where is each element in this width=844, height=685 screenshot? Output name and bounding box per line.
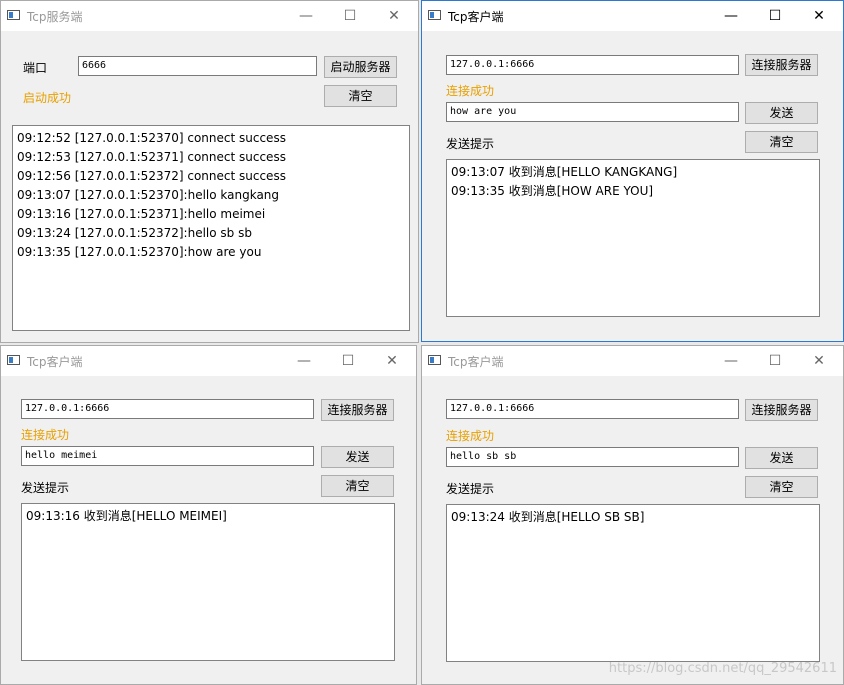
- log-line: 09:13:07 [127.0.0.1:52370]:hello kangkan…: [17, 188, 280, 202]
- window-title: Tcp客户端: [27, 355, 83, 369]
- log-line: 09:13:16 收到消息[HELLO MEIMEI]: [26, 509, 227, 523]
- close-icon[interactable]: ✕: [370, 348, 414, 374]
- log-line: 09:13:07 收到消息[HELLO KANGKANG]: [451, 165, 678, 179]
- connect-button[interactable]: 连接服务器: [321, 399, 394, 421]
- title-bar[interactable]: Tcp客户端 — ☐ ✕: [422, 346, 843, 376]
- log-line: 09:12:56 [127.0.0.1:52372] connect succe…: [17, 169, 286, 183]
- window-title: Tcp客户端: [448, 355, 504, 369]
- address-input[interactable]: 127.0.0.1:6666: [446, 55, 739, 75]
- log-line: 09:13:35 收到消息[HOW ARE YOU]: [451, 184, 654, 198]
- app-icon: [7, 10, 20, 20]
- title-bar[interactable]: Tcp客户端 — ☐ ✕: [422, 1, 843, 31]
- connection-status: 连接成功: [446, 84, 495, 98]
- minimize-icon[interactable]: —: [709, 348, 753, 374]
- maximize-icon[interactable]: ☐: [753, 348, 797, 374]
- clear-button[interactable]: 清空: [324, 85, 397, 107]
- server-log[interactable]: 09:12:52 [127.0.0.1:52370] connect succe…: [12, 125, 410, 331]
- server-status: 启动成功: [23, 91, 72, 105]
- window-title: Tcp客户端: [448, 10, 504, 24]
- close-icon[interactable]: ✕: [372, 3, 416, 29]
- connect-button[interactable]: 连接服务器: [745, 399, 818, 421]
- message-log[interactable]: 09:13:07 收到消息[HELLO KANGKANG] 09:13:35 收…: [446, 159, 820, 317]
- close-icon[interactable]: ✕: [797, 348, 841, 374]
- send-hint-label: 发送提示: [446, 137, 495, 151]
- send-button[interactable]: 发送: [745, 447, 818, 469]
- log-line: 09:12:53 [127.0.0.1:52371] connect succe…: [17, 150, 286, 164]
- port-label: 端口: [23, 61, 48, 75]
- connection-status: 连接成功: [446, 429, 495, 443]
- send-hint-label: 发送提示: [21, 481, 70, 495]
- log-line: 09:13:16 [127.0.0.1:52371]:hello meimei: [17, 207, 266, 221]
- client-window: Tcp客户端 — ☐ ✕ 127.0.0.1:6666 连接服务器 连接成功 h…: [0, 345, 417, 685]
- watermark: https://blog.csdn.net/qq_29542611: [608, 661, 837, 676]
- minimize-icon[interactable]: —: [284, 3, 328, 29]
- address-input[interactable]: 127.0.0.1:6666: [21, 399, 314, 419]
- send-button[interactable]: 发送: [745, 102, 818, 124]
- app-icon: [428, 10, 441, 20]
- app-icon: [428, 355, 441, 365]
- maximize-icon[interactable]: ☐: [326, 348, 370, 374]
- message-log[interactable]: 09:13:16 收到消息[HELLO MEIMEI]: [21, 503, 395, 661]
- app-icon: [7, 355, 20, 365]
- clear-button[interactable]: 清空: [745, 476, 818, 498]
- client-window: Tcp客户端 — ☐ ✕ 127.0.0.1:6666 连接服务器 连接成功 h…: [421, 345, 844, 685]
- address-input[interactable]: 127.0.0.1:6666: [446, 399, 739, 419]
- message-input[interactable]: how are you: [446, 102, 739, 122]
- window-title: Tcp服务端: [27, 10, 83, 24]
- client-window: Tcp客户端 — ☐ ✕ 127.0.0.1:6666 连接服务器 连接成功 h…: [421, 0, 844, 342]
- message-input[interactable]: hello sb sb: [446, 447, 739, 467]
- port-input[interactable]: 6666: [78, 56, 317, 76]
- send-button[interactable]: 发送: [321, 446, 394, 468]
- message-input[interactable]: hello meimei: [21, 446, 314, 466]
- close-icon[interactable]: ✕: [797, 3, 841, 29]
- server-window: Tcp服务端 — ☐ ✕ 端口 6666 启动服务器 启动成功 清空 09:12…: [0, 0, 419, 343]
- title-bar[interactable]: Tcp客户端 — ☐ ✕: [1, 346, 416, 376]
- log-line: 09:13:24 收到消息[HELLO SB SB]: [451, 510, 645, 524]
- message-log[interactable]: 09:13:24 收到消息[HELLO SB SB]: [446, 504, 820, 662]
- log-line: 09:12:52 [127.0.0.1:52370] connect succe…: [17, 131, 286, 145]
- connection-status: 连接成功: [21, 428, 70, 442]
- title-bar[interactable]: Tcp服务端 — ☐ ✕: [1, 1, 418, 31]
- clear-button[interactable]: 清空: [321, 475, 394, 497]
- maximize-icon[interactable]: ☐: [753, 3, 797, 29]
- minimize-icon[interactable]: —: [282, 348, 326, 374]
- maximize-icon[interactable]: ☐: [328, 3, 372, 29]
- start-server-button[interactable]: 启动服务器: [324, 56, 397, 78]
- clear-button[interactable]: 清空: [745, 131, 818, 153]
- send-hint-label: 发送提示: [446, 482, 495, 496]
- log-line: 09:13:35 [127.0.0.1:52370]:how are you: [17, 245, 262, 259]
- minimize-icon[interactable]: —: [709, 3, 753, 29]
- connect-button[interactable]: 连接服务器: [745, 54, 818, 76]
- log-line: 09:13:24 [127.0.0.1:52372]:hello sb sb: [17, 226, 252, 240]
